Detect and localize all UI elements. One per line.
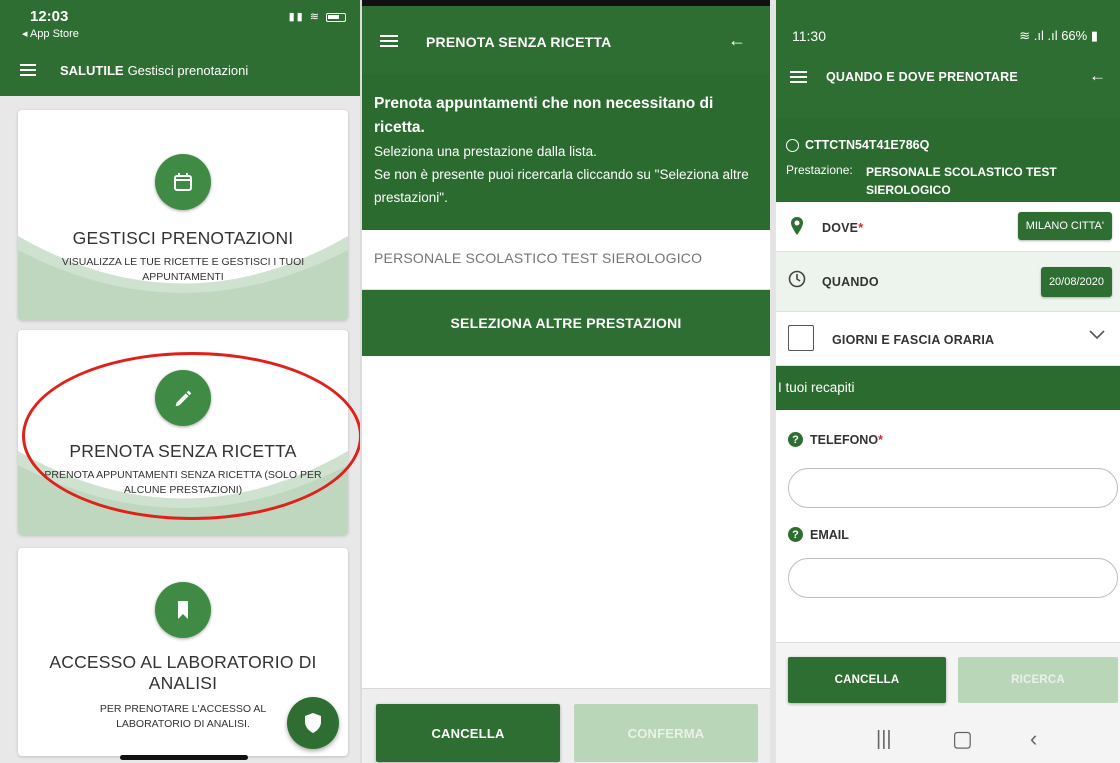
where-label: DOVE* [822,221,864,235]
home-icon[interactable]: ▢ [952,726,973,752]
days-time-row[interactable]: GIORNI E FASCIA ORARIA [776,312,1120,366]
info-line: Se non è presente puoi ricercarla clicca… [374,167,749,205]
days-label: GIORNI E FASCIA ORARIA [832,333,995,347]
home-indicator [120,755,248,760]
card-title: PRENOTA SENZA RICETTA [69,441,297,461]
status-icons: ▮▮ ≋ [289,10,346,23]
page-title: QUANDO E DOVE PRENOTARE [826,70,1018,84]
location-pin-icon [791,217,803,235]
date-select-chip[interactable]: 20/08/2020 [1040,267,1112,297]
back-nav-icon[interactable]: ‹ [1030,726,1037,752]
info-banner: Prenota appuntamenti che non necessitano… [362,74,770,230]
screen-quando-dove: 11:30 ≋ .ıl .ıl 66% ▮ QUANDO E DOVE PREN… [776,0,1120,763]
pencil-icon [155,370,211,426]
card-prenota-senza-ricetta[interactable]: PRENOTA SENZA RICETTA PRENOTA APPUNTAMEN… [18,330,348,535]
status-time: 12:03 [30,8,69,25]
service-label: Prestazione: [786,163,853,177]
chevron-down-icon[interactable] [1088,328,1106,340]
days-checkbox[interactable] [788,325,814,351]
bookmark-icon [155,582,211,638]
calendar-icon [155,154,211,210]
patient-code-value: CTTCTN54T41E786Q [805,138,930,152]
cancel-button[interactable]: CANCELLA [376,704,560,762]
shield-icon [305,713,321,733]
card-subtitle: VISUALIZZA LE TUE RICETTE E GESTISCI I T… [61,256,305,283]
where-select-chip[interactable]: MILANO CITTA' [1017,212,1112,240]
menu-icon[interactable] [380,35,398,48]
info-line: Seleziona una prestazione dalla lista. [374,144,597,159]
menu-icon[interactable] [20,64,36,76]
phone-label: TELEFONO* [810,433,883,447]
info-lead: Prenota appuntamenti che non necessitano… [374,95,714,136]
help-icon[interactable]: ? [788,527,803,542]
service-item-label: PERSONALE SCOLASTICO TEST SIEROLOGICO [374,250,703,266]
patient-code: CTTCTN54T41E786Q [786,138,929,152]
confirm-button[interactable]: CONFERMA [574,704,758,762]
app-header: PRENOTA SENZA RICETTA ← [362,6,770,74]
phone-input[interactable] [788,468,1118,508]
battery-level: 66% [1061,28,1088,43]
card-gestisci-prenotazioni[interactable]: GESTISCI PRENOTAZIONI VISUALIZZA LE TUE … [18,110,348,320]
brand-name: SALUTILE [60,63,124,78]
cancel-button[interactable]: CANCELLA [788,657,946,703]
app-header: 12:03 ◂ App Store ▮▮ ≋ SALUTILE Gestisci … [0,0,360,96]
contacts-section-title: I tuoi recapiti [776,366,1120,410]
recent-apps-icon[interactable]: ||| [876,728,892,751]
clock-icon [788,270,806,288]
help-icon[interactable]: ? [788,432,803,447]
service-list-item[interactable]: PERSONALE SCOLASTICO TEST SIEROLOGICO [362,230,770,290]
search-button[interactable]: RICERCA [958,657,1118,703]
when-row: QUANDO 20/08/2020 [776,252,1120,312]
header-title: SALUTILE Gestisci prenotazioni [60,63,248,78]
back-arrow-icon[interactable]: ← [728,30,746,51]
android-nav-bar: ||| ▢ ‹ [776,722,1120,763]
screen-home: 12:03 ◂ App Store ▮▮ ≋ SALUTILE Gestisci … [0,0,360,763]
header-subtitle: Gestisci prenotazioni [127,63,249,78]
privacy-fab-button[interactable] [287,697,339,749]
user-icon [786,138,799,152]
card-title: GESTISCI PRENOTAZIONI [72,228,294,248]
when-label: QUANDO [822,275,879,289]
back-arrow-icon[interactable]: ← [1089,66,1106,86]
status-time: 11:30 [792,28,826,44]
patient-info-banner: CTTCTN54T41E786Q Prestazione: PERSONALE … [776,118,1120,202]
card-title: ACCESSO AL LABORATORIO DI ANALISI [49,652,317,693]
battery-icon [326,12,346,22]
page-title: PRENOTA SENZA RICETTA [426,34,612,50]
service-value: PERSONALE SCOLASTICO TEST SIEROLOGICO [866,165,1057,197]
back-to-app-store-link[interactable]: ◂ App Store [22,27,79,40]
screen-prenota-senza-ricetta: PRENOTA SENZA RICETTA ← Prenota appuntam… [362,0,770,763]
email-input[interactable] [788,558,1118,598]
select-other-services-button[interactable]: SELEZIONA ALTRE PRESTAZIONI [362,290,770,356]
card-subtitle: PRENOTA APPUNTAMENTI SENZA RICETTA (SOLO… [44,469,322,496]
status-icons: ≋ .ıl .ıl 66% ▮ [1019,28,1098,43]
email-label: EMAIL [810,528,849,542]
where-row: DOVE* MILANO CITTA' [776,202,1120,252]
menu-icon[interactable] [790,71,807,84]
app-header: 11:30 ≋ .ıl .ıl 66% ▮ QUANDO E DOVE PREN… [776,0,1120,118]
